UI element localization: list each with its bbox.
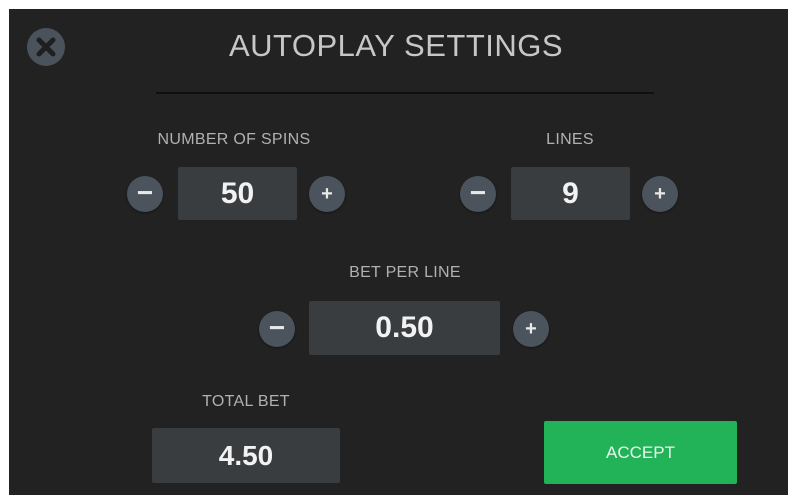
bet-per-line-value: 0.50 bbox=[309, 301, 500, 355]
bet-decrease-button[interactable]: − bbox=[259, 311, 295, 347]
bet-increase-button[interactable]: + bbox=[513, 311, 549, 347]
title-divider bbox=[156, 92, 654, 94]
minus-icon: − bbox=[268, 312, 286, 343]
accept-button[interactable]: ACCEPT bbox=[544, 421, 737, 484]
plus-icon: + bbox=[654, 183, 666, 205]
plus-icon: + bbox=[321, 183, 333, 205]
total-bet-value: 4.50 bbox=[152, 428, 340, 483]
plus-icon: + bbox=[525, 318, 537, 340]
minus-icon: − bbox=[469, 177, 487, 208]
total-bet-label: TOTAL BET bbox=[202, 393, 290, 410]
spins-decrease-button[interactable]: − bbox=[127, 176, 163, 212]
dialog-title: AUTOPLAY SETTINGS bbox=[228, 28, 564, 63]
lines-value: 9 bbox=[511, 167, 630, 220]
number-of-spins-label: NUMBER OF SPINS bbox=[157, 131, 311, 148]
minus-icon: − bbox=[136, 177, 154, 208]
bet-per-line-label: BET PER LINE bbox=[349, 264, 461, 281]
spins-value: 50 bbox=[178, 167, 297, 220]
lines-decrease-button[interactable]: − bbox=[460, 176, 496, 212]
lines-label: LINES bbox=[546, 131, 594, 148]
lines-increase-button[interactable]: + bbox=[642, 176, 678, 212]
spins-increase-button[interactable]: + bbox=[309, 176, 345, 212]
